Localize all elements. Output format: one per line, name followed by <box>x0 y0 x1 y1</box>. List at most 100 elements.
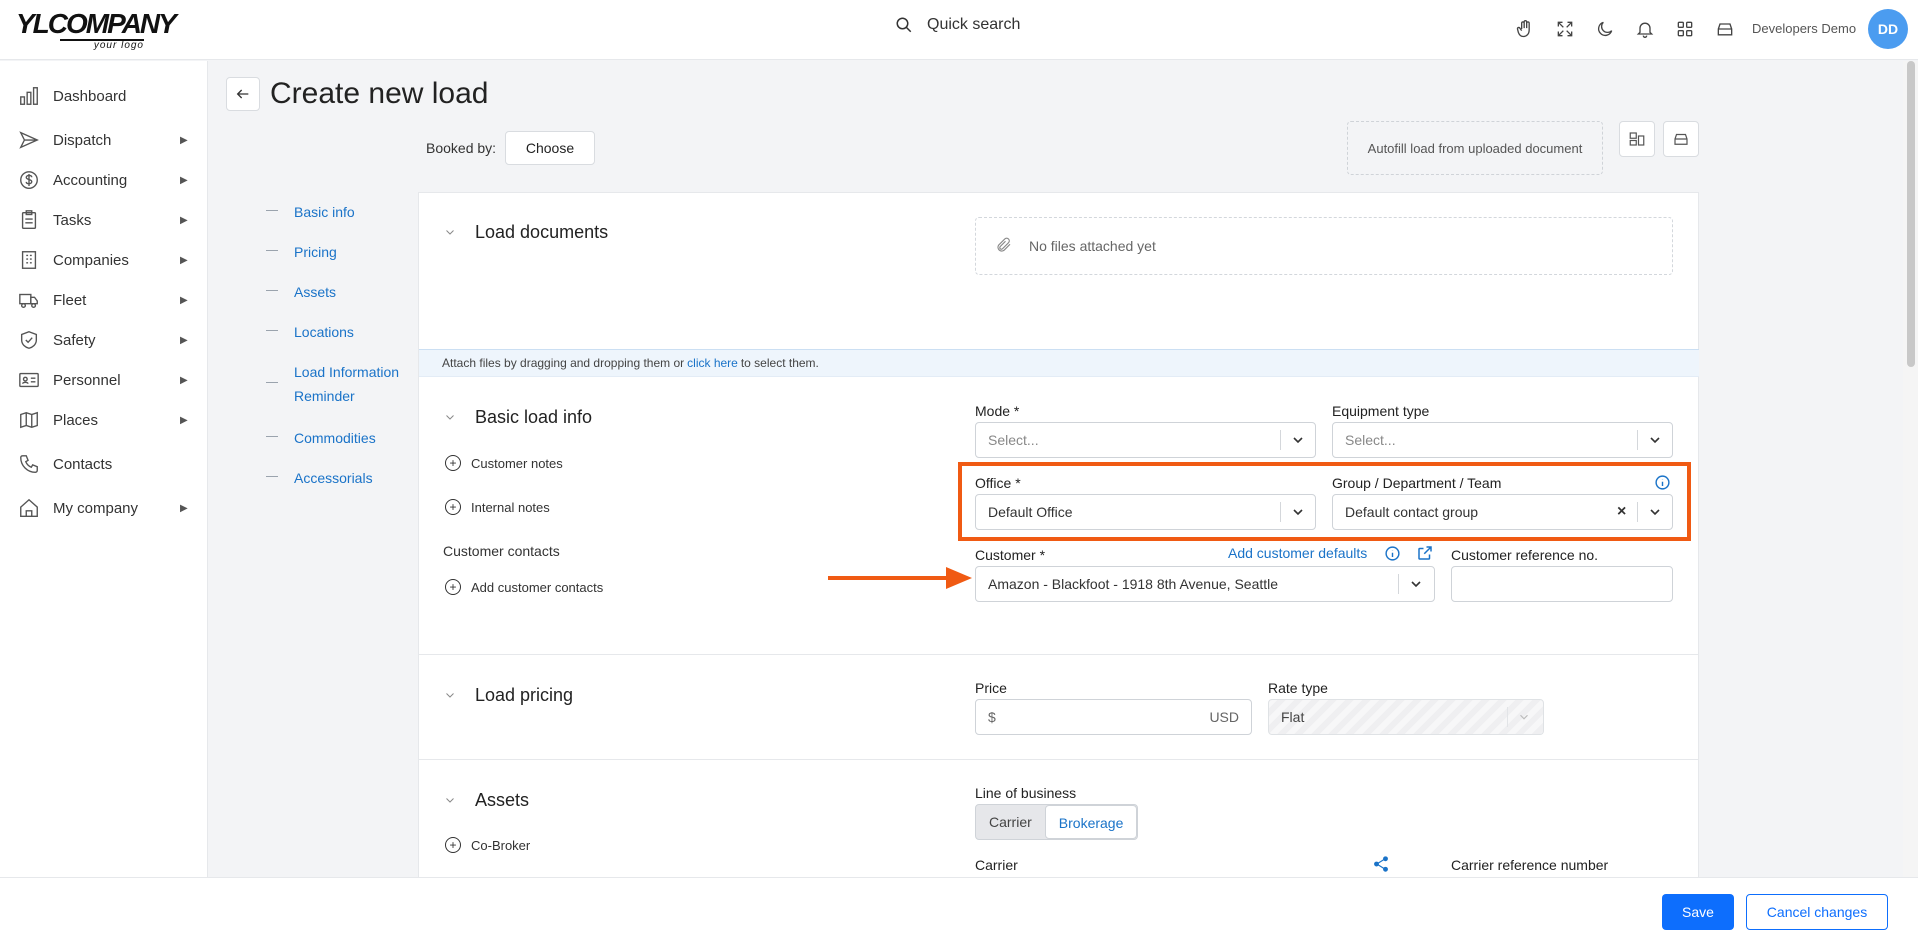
documents-dropzone[interactable]: No files attached yet <box>975 217 1673 275</box>
internal-notes-label: Internal notes <box>471 499 550 515</box>
fullscreen-icon[interactable] <box>1552 16 1578 42</box>
quick-search[interactable]: Quick search <box>895 16 1020 34</box>
no-files-text: No files attached yet <box>1029 238 1156 254</box>
customer-select[interactable]: Amazon - Blackfoot - 1918 8th Avenue, Se… <box>975 566 1435 602</box>
add-customer-contacts[interactable]: + Add customer contacts <box>445 579 603 595</box>
toc-dash <box>266 210 278 211</box>
carrier-label: Carrier <box>975 857 1018 873</box>
annotation-highlight-box <box>958 462 1691 541</box>
toc-item-accessorials[interactable]: Accessorials <box>266 466 373 486</box>
toc-item-basic-info[interactable]: Basic info <box>266 200 355 220</box>
add-co-broker[interactable]: + Co-Broker <box>445 837 530 853</box>
sidebar-item-label: Tasks <box>53 211 92 229</box>
footer-bar <box>0 877 1918 937</box>
toc-label: Pricing <box>294 244 337 260</box>
currency-symbol: $ <box>988 709 996 725</box>
chevron-down-icon[interactable] <box>444 226 456 238</box>
lob-option-brokerage[interactable]: Brokerage <box>1044 805 1138 839</box>
sidebar-item-label: Dashboard <box>53 87 127 105</box>
toc-label: Load Information Reminder <box>294 364 400 404</box>
expand-arrow-icon: ▶ <box>180 334 188 346</box>
sidebar-item-contacts[interactable]: Contacts <box>0 447 208 481</box>
sidebar-item-personnel[interactable]: Personnel ▶ <box>0 363 208 397</box>
moon-icon[interactable] <box>1592 16 1618 42</box>
hand-icon[interactable] <box>1512 16 1538 42</box>
lob-option-carrier[interactable]: Carrier <box>976 805 1045 839</box>
add-customer-notes[interactable]: + Customer notes <box>445 455 563 471</box>
add-internal-notes[interactable]: + Internal notes <box>445 499 550 515</box>
apps-grid-icon[interactable] <box>1672 16 1698 42</box>
sidebar-item-accounting[interactable]: Accounting ▶ <box>0 163 208 197</box>
avatar[interactable]: DD <box>1868 9 1908 49</box>
customer-value: Amazon - Blackfoot - 1918 8th Avenue, Se… <box>988 576 1279 592</box>
chevron-down-icon[interactable] <box>444 794 456 806</box>
equipment-placeholder: Select... <box>1345 432 1396 448</box>
mode-select[interactable]: Select... <box>975 422 1316 458</box>
add-customer-defaults-link[interactable]: Add customer defaults <box>1228 545 1367 561</box>
line-of-business-toggle: Carrier Brokerage <box>975 804 1139 840</box>
toc-item-locations[interactable]: Locations <box>266 320 354 340</box>
external-link-icon[interactable] <box>1416 544 1434 562</box>
sidebar-item-companies[interactable]: Companies ▶ <box>0 243 208 277</box>
add-customer-contacts-label: Add customer contacts <box>471 579 604 595</box>
sidebar-item-dispatch[interactable]: Dispatch ▶ <box>0 123 208 157</box>
archive-icon[interactable] <box>1712 16 1738 42</box>
sidebar-item-my-company[interactable]: My company ▶ <box>0 491 208 525</box>
customer-reference-input[interactable] <box>1451 566 1673 602</box>
user-name[interactable]: Developers Demo <box>1752 21 1856 36</box>
toc-item-load-information-reminder[interactable]: Load Information Reminder <box>266 364 399 404</box>
phone-icon <box>18 453 40 475</box>
section-divider <box>418 654 1699 655</box>
price-input[interactable]: $ USD <box>975 699 1252 735</box>
annotation-arrow-head <box>946 567 972 589</box>
chevron-down-icon[interactable] <box>444 411 456 423</box>
sidebar-item-tasks[interactable]: Tasks ▶ <box>0 203 208 237</box>
sidebar-item-label: Contacts <box>53 455 113 473</box>
section-title-load-documents: Load documents <box>475 222 609 242</box>
click-here-link[interactable]: click here <box>687 356 738 370</box>
back-button[interactable] <box>226 77 260 111</box>
search-label: Quick search <box>927 16 1021 33</box>
toc-label: Locations <box>294 324 354 340</box>
top-icon-group <box>1512 16 1738 42</box>
plus-circle-icon: + <box>445 499 461 515</box>
cancel-changes-button[interactable]: Cancel changes <box>1746 894 1888 930</box>
toc-label: Assets <box>294 284 337 300</box>
arrow-left-icon <box>236 89 249 99</box>
choose-booked-by-button[interactable]: Choose <box>505 131 595 165</box>
bell-icon[interactable] <box>1632 16 1658 42</box>
sidebar-item-label: Fleet <box>53 291 87 309</box>
home-icon <box>18 497 40 519</box>
sidebar-item-fleet[interactable]: Fleet ▶ <box>0 283 208 317</box>
scrollbar-thumb[interactable] <box>1907 61 1915 367</box>
expand-arrow-icon: ▶ <box>180 134 188 146</box>
plus-circle-icon: + <box>445 579 461 595</box>
chevron-down-icon[interactable] <box>444 689 456 701</box>
sidebar-item-dashboard[interactable]: Dashboard <box>0 79 208 113</box>
expand-arrow-icon: ▶ <box>180 374 188 386</box>
section-title-assets: Assets <box>475 790 530 810</box>
sidebar-item-places[interactable]: Places ▶ <box>0 403 208 437</box>
expand-arrow-icon: ▶ <box>180 174 188 186</box>
booked-by-label: Booked by: <box>426 140 497 156</box>
shield-icon <box>18 329 40 351</box>
archive-button[interactable] <box>1663 121 1699 157</box>
chart-bars-icon <box>18 85 40 107</box>
info-icon[interactable] <box>1384 545 1401 562</box>
save-button[interactable]: Save <box>1662 894 1734 930</box>
toc-item-pricing[interactable]: Pricing <box>266 240 337 260</box>
toc-item-assets[interactable]: Assets <box>266 280 336 300</box>
sidebar-item-safety[interactable]: Safety ▶ <box>0 323 208 357</box>
layout-toggle-button[interactable] <box>1619 121 1655 157</box>
page-scrollbar[interactable] <box>1903 61 1918 877</box>
autofill-dropzone[interactable]: Autofill load from uploaded document <box>1347 121 1603 175</box>
truck-icon <box>18 289 40 311</box>
customer-reference-label: Customer reference no. <box>1451 547 1599 563</box>
toc-dash <box>266 250 278 251</box>
share-icon[interactable] <box>1372 855 1390 873</box>
rate-type-value: Flat <box>1281 709 1305 725</box>
rate-type-select[interactable]: Flat <box>1268 699 1544 735</box>
equipment-type-select[interactable]: Select... <box>1332 422 1673 458</box>
company-logo[interactable]: YLCOMPANY your logo <box>16 10 177 51</box>
toc-item-commodities[interactable]: Commodities <box>266 426 376 446</box>
